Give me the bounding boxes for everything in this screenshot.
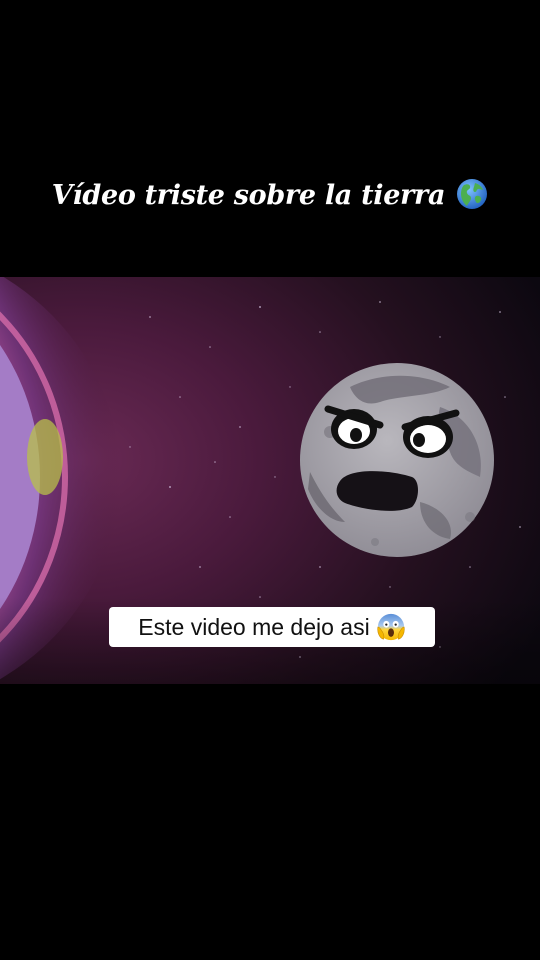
globe-americas-icon: [457, 179, 488, 209]
face-screaming-in-fear-icon: [377, 613, 405, 641]
video-title-overlay: Vídeo triste sobre la tierra: [0, 178, 540, 211]
moon-character: [300, 363, 494, 557]
video-title: Vídeo triste sobre la tierra: [51, 180, 446, 211]
caption-text: Este video me dejo asi: [138, 613, 370, 640]
caption-box: Este video me dejo asi: [109, 607, 435, 647]
